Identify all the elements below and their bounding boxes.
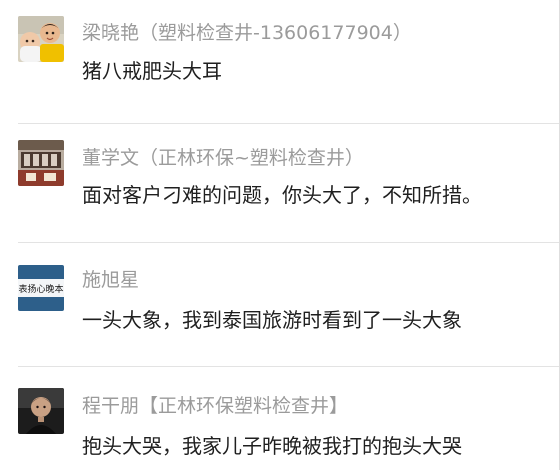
- commenter-name[interactable]: 梁晓艳（塑料检查井-13606177904）: [82, 21, 412, 45]
- comment-text: 一头大象，我到泰国旅游时看到了一头大象: [82, 308, 462, 332]
- commenter-name[interactable]: 施旭星: [82, 268, 139, 292]
- divider: [18, 123, 559, 124]
- two-children-photo-icon[interactable]: [18, 16, 64, 62]
- comment-text: 猪八戒肥头大耳: [82, 59, 222, 83]
- divider: [18, 366, 559, 367]
- building-photo-icon[interactable]: [18, 140, 64, 186]
- man-portrait-icon[interactable]: [18, 388, 64, 434]
- avatar-calligraphy-text: 表扬心晚本: [18, 283, 63, 295]
- comment-text: 抱头大哭，我家儿子昨晚被我打的抱头大哭: [82, 434, 462, 458]
- comment-thread: 梁晓艳（塑料检查井-13606177904） 猪八戒肥头大耳 董学文（正林环保~…: [0, 0, 560, 470]
- divider: [18, 242, 559, 243]
- calligraphy-sign-icon[interactable]: 表扬心晚本: [18, 265, 64, 311]
- commenter-name[interactable]: 程干朋【正林环保塑料检查井】: [82, 394, 348, 418]
- commenter-name[interactable]: 董学文（正林环保~塑料检查井）: [82, 146, 364, 170]
- comment-text: 面对客户刁难的问题，你头大了，不知所措。: [82, 183, 482, 207]
